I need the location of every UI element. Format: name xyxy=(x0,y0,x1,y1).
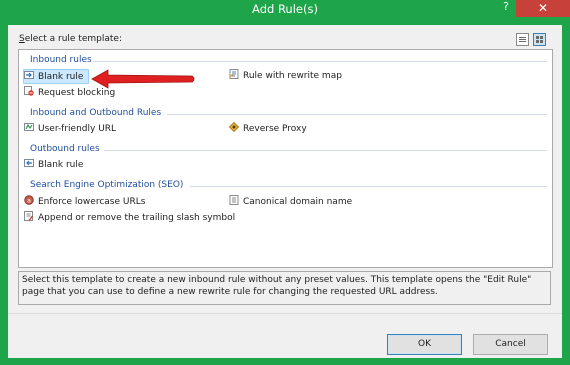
template-inbound-blank-rule[interactable]: Blank rule xyxy=(23,69,89,84)
item-label: Canonical domain name xyxy=(243,197,353,207)
group-divider xyxy=(104,150,547,151)
item-label: Enforce lowercase URLs xyxy=(38,197,146,207)
request-blocking-icon xyxy=(24,86,34,96)
reverse-proxy-icon xyxy=(228,121,240,133)
template-enforce-lowercase-urls[interactable]: a Enforce lowercase URLs xyxy=(24,195,147,208)
template-reverse-proxy[interactable]: Reverse Proxy xyxy=(228,121,309,135)
tile-view-icon-cell xyxy=(540,36,543,39)
rewrite-map-icon xyxy=(229,69,239,79)
group-divider xyxy=(167,114,547,115)
blank-rule-icon xyxy=(24,158,34,168)
item-label: Blank rule xyxy=(38,160,84,170)
item-label: User-friendly URL xyxy=(38,124,117,134)
svg-text:a: a xyxy=(27,196,31,204)
group-inbound-outbound-rules: Inbound and Outbound Rules xyxy=(30,108,162,118)
group-outbound-rules: Outbound rules xyxy=(30,144,100,154)
template-trailing-slash[interactable]: Append or remove the trailing slash symb… xyxy=(24,211,237,224)
tile-view-icon-cell xyxy=(540,40,543,43)
item-label: Blank rule xyxy=(38,72,84,82)
template-description: Select this template to create a new inb… xyxy=(18,271,551,305)
title-bar[interactable]: Add Rule(s) ? ✕ xyxy=(0,0,570,20)
help-button[interactable]: ? xyxy=(500,0,512,14)
window-frame-bottom xyxy=(8,358,562,365)
footer-divider xyxy=(8,313,562,314)
list-view-icon-line xyxy=(519,39,526,40)
trailing-slash-icon xyxy=(24,211,34,221)
group-inbound-rules: Inbound rules xyxy=(30,55,92,65)
annotation-arrow xyxy=(91,69,195,89)
prompt-text: elect a rule template: xyxy=(24,34,122,44)
select-template-label: Select a rule template: xyxy=(19,34,122,44)
tile-view-icon-cell xyxy=(536,40,539,43)
add-rules-dialog: Add Rule(s) ? ✕ Select a rule template: … xyxy=(0,0,570,365)
item-label: Rule with rewrite map xyxy=(243,71,342,81)
template-outbound-blank-rule[interactable]: Blank rule xyxy=(24,158,85,171)
close-button[interactable]: ✕ xyxy=(516,0,570,17)
blank-rule-icon xyxy=(24,70,34,80)
tile-view-button[interactable] xyxy=(533,33,546,46)
canonical-domain-icon xyxy=(229,195,239,205)
group-divider xyxy=(190,186,547,187)
template-canonical-domain-name[interactable]: Canonical domain name xyxy=(229,195,354,208)
list-view-icon-line xyxy=(519,41,526,42)
cancel-button[interactable]: Cancel xyxy=(473,334,548,355)
item-label: Append or remove the trailing slash symb… xyxy=(38,213,236,223)
group-seo: Search Engine Optimization (SEO) xyxy=(30,180,184,190)
item-label: Reverse Proxy xyxy=(243,124,307,134)
tile-view-icon xyxy=(536,36,539,39)
ok-button[interactable]: OK xyxy=(387,334,462,355)
template-rule-with-rewrite-map[interactable]: Rule with rewrite map xyxy=(229,69,344,82)
lowercase-icon: a xyxy=(24,195,34,205)
dialog-body: Select a rule template: Inbound rules Bl… xyxy=(8,25,562,358)
list-view-button[interactable] xyxy=(516,33,529,46)
group-divider xyxy=(93,61,547,62)
template-user-friendly-url[interactable]: User-friendly URL xyxy=(24,122,118,135)
dialog-title: Add Rule(s) xyxy=(252,2,318,16)
user-friendly-url-icon xyxy=(24,122,34,132)
list-view-icon xyxy=(519,37,526,38)
